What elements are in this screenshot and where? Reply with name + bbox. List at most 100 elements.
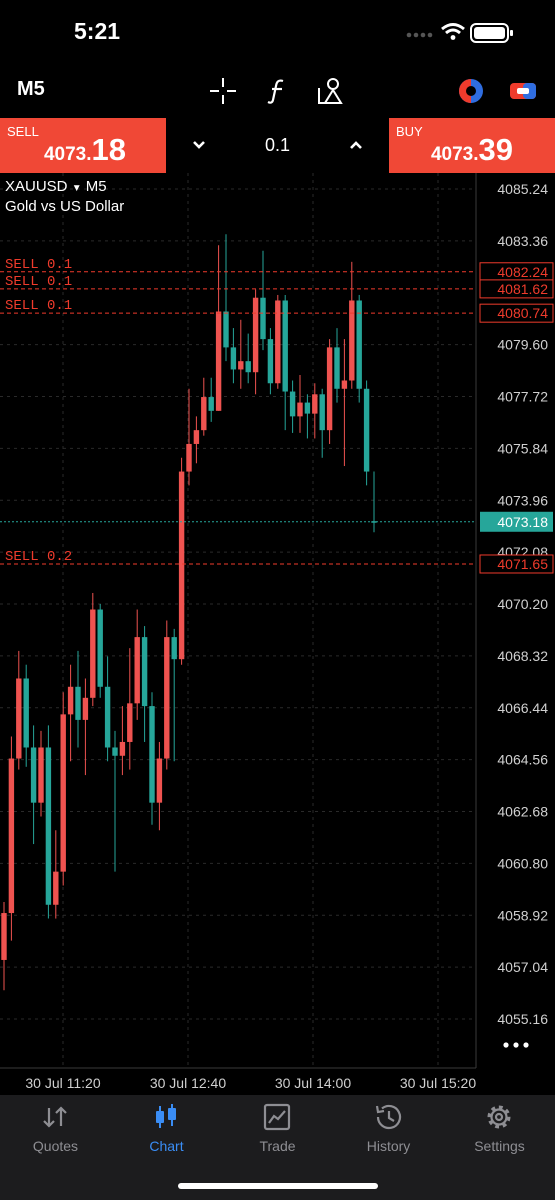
candle-body-bull — [289, 391, 296, 417]
candle-body-bull — [334, 347, 340, 389]
function-icon[interactable] — [263, 76, 293, 106]
y-tick-label: 4064.56 — [497, 752, 548, 768]
candle-body-bear — [60, 714, 66, 872]
candle-body-bull — [171, 637, 177, 660]
candle-body-bull — [30, 747, 37, 803]
x-tick-label: 30 Jul 14:00 — [275, 1075, 351, 1091]
order-price-label: 4081.62 — [497, 281, 548, 297]
candle-body-bear — [8, 758, 15, 914]
candle-body-bull — [45, 747, 52, 905]
nav-chart[interactable]: Chart — [111, 1095, 222, 1175]
quotes-icon — [43, 1106, 67, 1128]
order-label: SELL 0.2 — [5, 549, 72, 565]
order-price-label: 4080.74 — [497, 305, 548, 321]
buy-label: BUY — [396, 124, 423, 139]
order-label: SELL 0.1 — [5, 298, 72, 314]
candle-body-bear — [297, 402, 303, 417]
top-toolbar: M5 — [0, 66, 555, 118]
candle-body-bear — [252, 297, 259, 373]
candle-body-bull — [260, 297, 266, 340]
candle-body-bear — [164, 637, 170, 759]
order-label: SELL 0.1 — [5, 274, 72, 290]
nav-history-label: History — [366, 1138, 411, 1154]
candle-body-bear — [178, 471, 185, 660]
y-tick-label: 4079.60 — [497, 337, 548, 353]
one-click-trading-icon[interactable] — [508, 76, 538, 106]
candle-body-bear — [238, 361, 244, 370]
timeframe-button[interactable]: M5 — [17, 78, 45, 101]
order-price-label: 4071.65 — [497, 556, 548, 572]
candle-body-bull — [363, 388, 370, 472]
history-icon — [375, 1104, 402, 1130]
chart-color-icon[interactable] — [456, 76, 486, 106]
x-tick-label: 30 Jul 12:40 — [150, 1075, 226, 1091]
candle-body-bull — [149, 706, 155, 803]
chart-symbol: XAUUSD ▼ M5 — [5, 178, 107, 195]
buy-price-main: 4073. — [430, 144, 479, 165]
chart-icon — [156, 1104, 176, 1128]
one-click-trade-panel: SELL 4073.18 0.1 BUY 4073.39 — [0, 118, 555, 173]
candle-body-bear — [312, 394, 318, 414]
candle-body-bull — [208, 397, 214, 411]
nav-quotes-label: Quotes — [32, 1138, 79, 1154]
nav-history[interactable]: History — [333, 1095, 444, 1175]
candle-body-bear — [90, 609, 96, 698]
nav-quotes[interactable]: Quotes — [0, 1095, 111, 1175]
candle-body-bear — [38, 747, 44, 803]
y-tick-label: 4068.32 — [497, 648, 548, 664]
sell-label: SELL — [7, 124, 39, 139]
order-label: SELL 0.1 — [5, 257, 72, 273]
y-tick-label: 4075.84 — [497, 440, 548, 456]
price-chart[interactable]: 4085.24 4083.36 4079.60 4077.72 4075.84 4073.… — [0, 173, 555, 1095]
y-tick-label: 4070.20 — [497, 596, 548, 612]
x-tick-label: 30 Jul 11:20 — [25, 1075, 100, 1091]
y-tick-label: 4085.24 — [497, 181, 548, 197]
candle-body-bull — [112, 747, 118, 756]
settings-icon — [487, 1105, 511, 1129]
candle-body-bear — [53, 871, 59, 905]
y-tick-label: 4058.92 — [497, 907, 548, 923]
candle-body-bull — [282, 300, 288, 392]
objects-icon[interactable] — [316, 76, 346, 106]
nav-trade[interactable]: Trade — [222, 1095, 333, 1175]
symbol-description: Gold vs US Dollar — [5, 198, 125, 215]
candle-body-bull — [141, 637, 148, 707]
order-price-label: 4082.24 — [497, 264, 548, 280]
buy-price: 4073.39 — [431, 132, 513, 168]
candle-body-bear — [127, 703, 133, 742]
nav-trade-label: Trade — [259, 1138, 296, 1154]
nav-chart-label: Chart — [149, 1138, 184, 1154]
chevron-up-icon[interactable] — [343, 132, 369, 158]
candle-body-bear — [349, 300, 355, 381]
x-tick-label: 30 Jul 15:20 — [400, 1075, 476, 1091]
y-tick-label: 4057.04 — [497, 959, 548, 975]
candle-body-bear — [134, 637, 140, 704]
nav-settings[interactable]: Settings — [444, 1095, 555, 1175]
more-icon[interactable] — [500, 1035, 532, 1055]
candle-body-bull — [356, 300, 362, 389]
candle-body-bear — [326, 347, 333, 431]
candle-body-bull — [245, 361, 251, 373]
symbol-dropdown-icon[interactable]: ▼ — [72, 183, 82, 194]
candle-body-bear — [215, 311, 222, 411]
candle-body-bull — [304, 402, 311, 414]
y-tick-label: 4066.44 — [497, 700, 548, 716]
candle-body-bear — [186, 443, 192, 472]
home-indicator — [178, 1183, 378, 1189]
y-tick-label: 4073.96 — [497, 492, 548, 508]
candle-body-bear — [193, 430, 200, 444]
status-time: 5:21 — [74, 18, 121, 44]
crosshair-icon[interactable] — [208, 76, 238, 106]
signal-wifi-battery-icon — [406, 23, 513, 43]
candle-body-bear — [16, 678, 22, 759]
status-bar: 5:21 — [0, 0, 555, 66]
candle-body-bull — [23, 678, 29, 748]
y-tick-label: 4083.36 — [497, 233, 548, 249]
buy-button[interactable]: BUY 4073.39 — [389, 118, 555, 173]
y-tick-label: 4077.72 — [497, 389, 548, 405]
sell-button[interactable]: SELL 4073.18 — [0, 118, 166, 173]
chart-canvas[interactable]: 4085.24 4083.36 4079.60 4077.72 4075.84 4073.… — [0, 173, 555, 1095]
y-tick-label: 4060.80 — [497, 855, 548, 871]
y-tick-label: 4062.68 — [497, 804, 548, 820]
candle-body-bear — [82, 697, 89, 720]
